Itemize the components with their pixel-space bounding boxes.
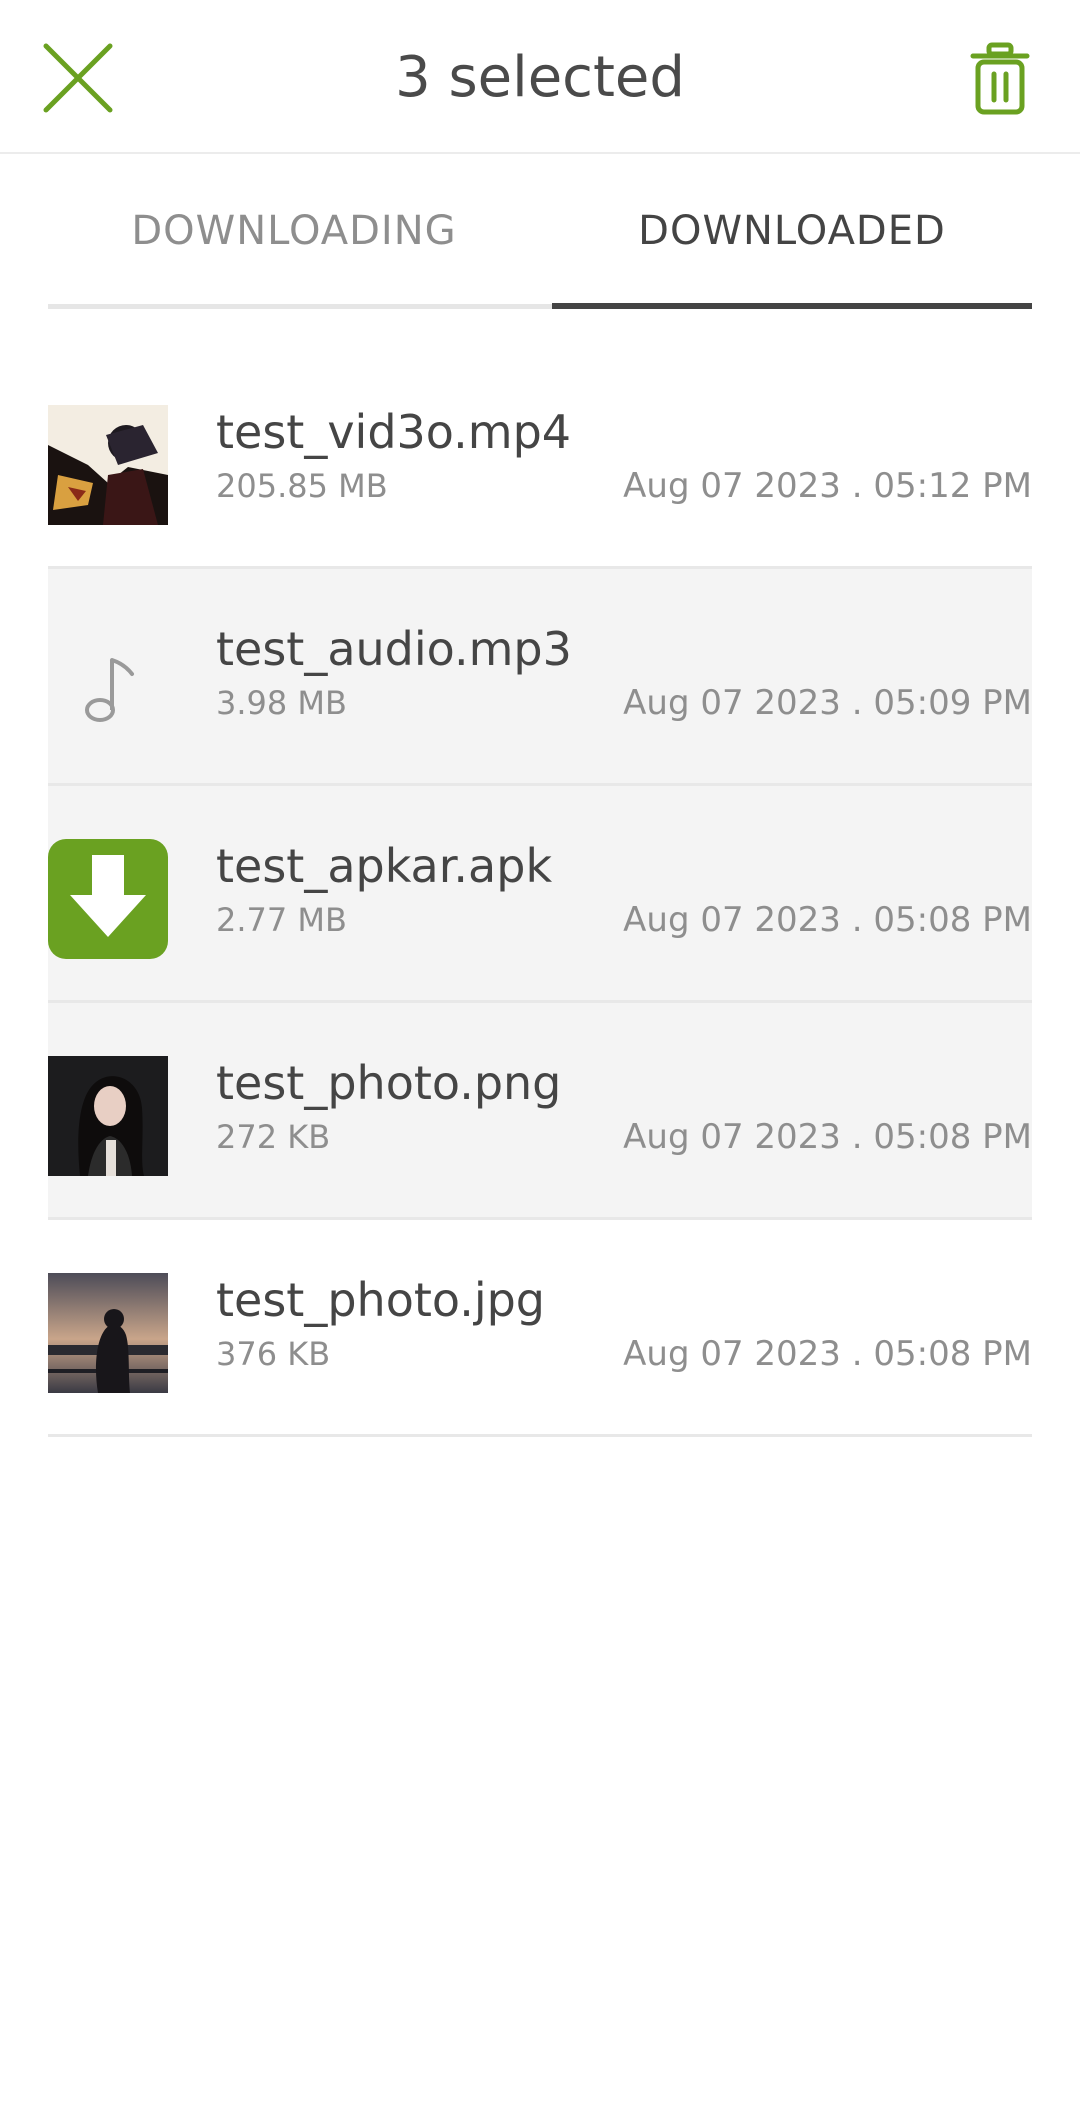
tab-downloading[interactable]: DOWNLOADING (48, 152, 540, 306)
file-date: Aug 07 2023 . 05:08 PM (623, 900, 1032, 940)
file-size: 2.77 MB (216, 901, 347, 939)
file-name: test_audio.mp3 (216, 622, 572, 676)
file-name: test_photo.jpg (216, 1273, 546, 1327)
file-row-audio[interactable]: test_audio.mp3 3.98 MB Aug 07 2023 . 05:… (48, 569, 1032, 786)
file-name: test_photo.png (216, 1056, 562, 1110)
file-size: 376 KB (216, 1335, 331, 1373)
file-name: test_apkar.apk (216, 839, 553, 893)
download-tabs: DOWNLOADING DOWNLOADED (48, 152, 1032, 310)
delete-button[interactable] (970, 42, 1030, 116)
download-arrow-icon (48, 839, 168, 959)
active-tab-indicator (552, 303, 1032, 309)
file-size: 205.85 MB (216, 467, 388, 505)
file-date: Aug 07 2023 . 05:12 PM (623, 466, 1032, 506)
downloaded-file-list: test_vid3o.mp4 205.85 MB Aug 07 2023 . 0… (48, 352, 1032, 1437)
file-row-video[interactable]: test_vid3o.mp4 205.85 MB Aug 07 2023 . 0… (48, 352, 1032, 569)
music-note-icon (85, 658, 134, 722)
video-thumbnail (48, 405, 168, 525)
photo-thumbnail (48, 1056, 168, 1176)
file-date: Aug 07 2023 . 05:08 PM (623, 1117, 1032, 1157)
file-date: Aug 07 2023 . 05:09 PM (623, 683, 1032, 723)
photo-thumbnail (48, 1273, 168, 1393)
selection-count-title: 3 selected (395, 45, 685, 110)
file-row-photo-jpg[interactable]: test_photo.jpg 376 KB Aug 07 2023 . 05:0… (48, 1220, 1032, 1437)
apk-thumbnail (48, 839, 168, 959)
file-row-apk[interactable]: test_apkar.apk 2.77 MB Aug 07 2023 . 05:… (48, 786, 1032, 1003)
file-row-photo-png[interactable]: test_photo.png 272 KB Aug 07 2023 . 05:0… (48, 1003, 1032, 1220)
top-bar: 3 selected (0, 0, 1080, 154)
tab-downloaded[interactable]: DOWNLOADED (552, 152, 1032, 306)
file-size: 272 KB (216, 1118, 331, 1156)
file-date: Aug 07 2023 . 05:08 PM (623, 1334, 1032, 1374)
file-name: test_vid3o.mp4 (216, 405, 572, 459)
audio-thumbnail (48, 622, 168, 742)
trash-icon (970, 42, 1030, 115)
file-size: 3.98 MB (216, 684, 347, 722)
